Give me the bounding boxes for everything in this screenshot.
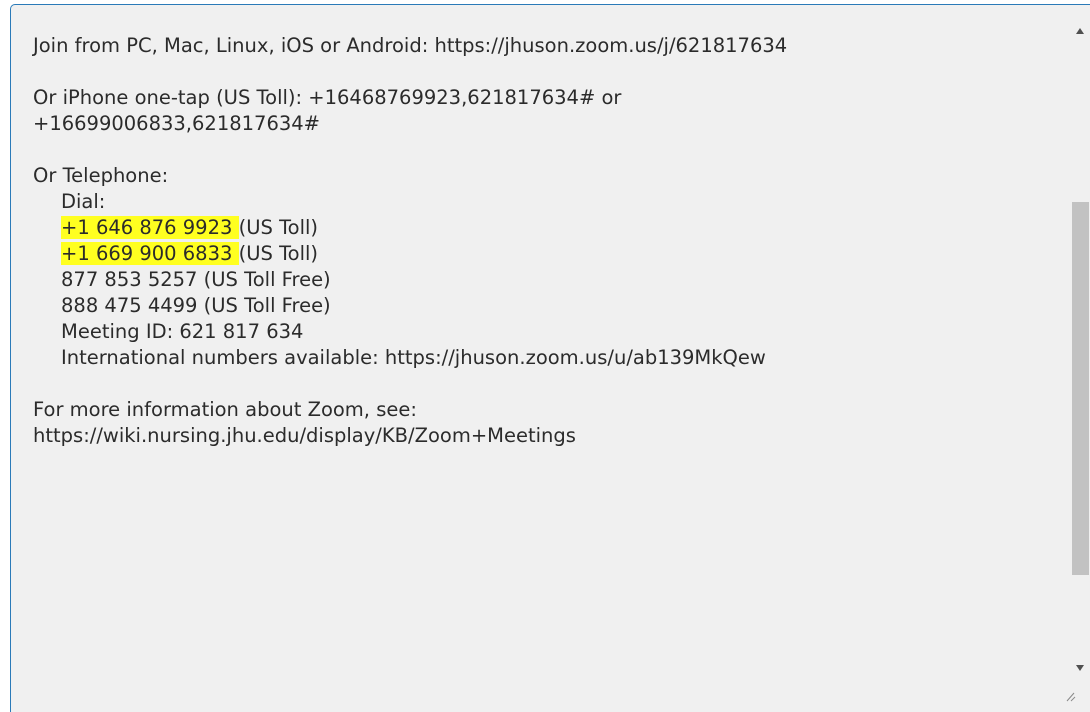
highlighted-phone-number-2: +1 669 900 6833 <box>61 242 239 265</box>
phone-1-suffix: (US Toll) <box>238 216 319 239</box>
more-info-line: For more information about Zoom, see: <box>33 398 417 421</box>
highlighted-phone-number-1: +1 646 876 9923 <box>61 216 239 239</box>
meeting-id: Meeting ID: 621 817 634 <box>61 320 304 343</box>
scrollbar-thumb[interactable] <box>1072 202 1089 575</box>
phone-line-1: +1 646 876 9923 (US Toll) <box>33 215 1060 241</box>
more-info-link: https://wiki.nursing.jhu.edu/display/KB/… <box>33 424 576 447</box>
phone-line-4: 888 475 4499 (US Toll Free) <box>61 294 331 317</box>
vertical-scrollbar[interactable] <box>1069 5 1090 711</box>
arrow-up-icon[interactable] <box>1076 28 1084 34</box>
arrow-down-icon[interactable] <box>1076 665 1084 671</box>
dial-label: Dial: <box>61 190 106 213</box>
iphone-one-tap-line-2: +16699006833,621817634# <box>33 112 321 135</box>
international-numbers-line: International numbers available: https:/… <box>61 346 766 369</box>
meeting-invite-content: Join from PC, Mac, Linux, iOS or Android… <box>33 33 1060 449</box>
phone-line-2: +1 669 900 6833 (US Toll) <box>33 241 1060 267</box>
telephone-heading: Or Telephone: <box>33 164 169 187</box>
iphone-one-tap-line: Or iPhone one-tap (US Toll): +1646876992… <box>33 86 622 109</box>
phone-line-3: 877 853 5257 (US Toll Free) <box>61 268 331 291</box>
join-link-line: Join from PC, Mac, Linux, iOS or Android… <box>33 34 788 57</box>
resize-grip-icon[interactable] <box>1064 692 1076 702</box>
meeting-invite-textarea[interactable]: Join from PC, Mac, Linux, iOS or Android… <box>10 4 1090 712</box>
phone-2-suffix: (US Toll) <box>238 242 319 265</box>
